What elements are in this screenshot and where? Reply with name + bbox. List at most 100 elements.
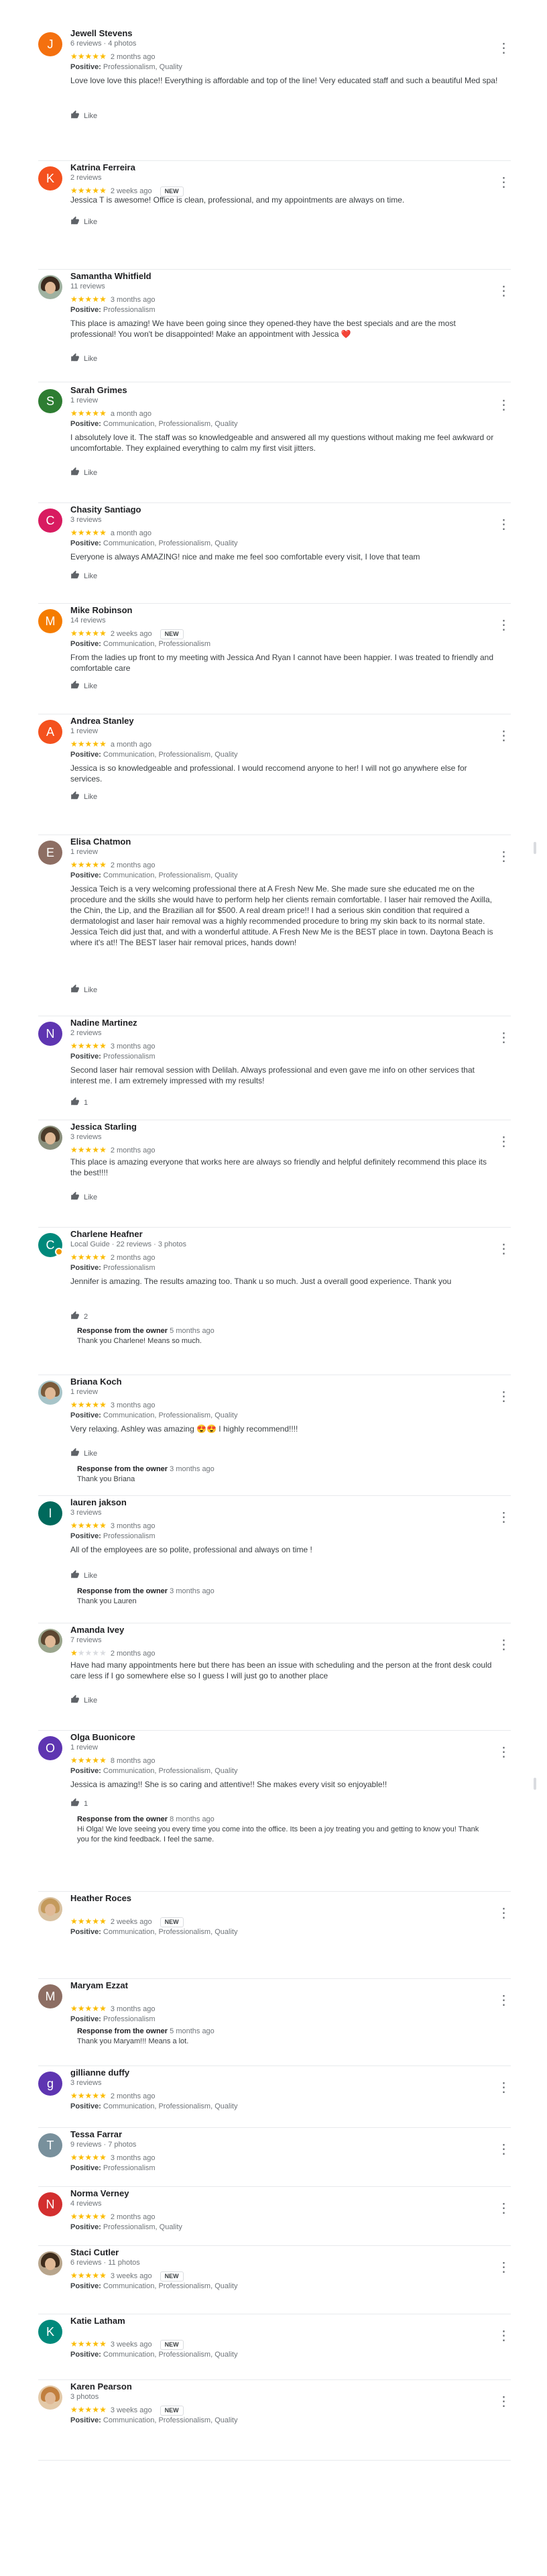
reviewer-name[interactable]: Staci Cutler <box>70 2247 119 2257</box>
reviewer-avatar[interactable]: g <box>38 2072 62 2096</box>
more-options-icon[interactable]: ⋮ <box>496 2261 511 2274</box>
reviewer-avatar[interactable]: A <box>38 720 62 744</box>
reviewer-avatar[interactable] <box>38 2385 62 2410</box>
reviewer-name[interactable]: Jessica Starling <box>70 1122 137 1132</box>
positive-values: Professionalism <box>103 2164 156 2172</box>
positive-attributes: Positive: Communication, Professionalism… <box>70 420 237 428</box>
reviewer-name[interactable]: gillianne duffy <box>70 2068 129 2078</box>
reviewer-name[interactable]: Karen Pearson <box>70 2381 132 2392</box>
more-options-icon[interactable]: ⋮ <box>496 1511 511 1524</box>
review-card: C Charlene Heafner Local Guide · 22 review… <box>38 1228 511 1375</box>
reviewer-avatar[interactable]: C <box>38 508 62 533</box>
review-date: 3 months ago <box>110 1042 156 1051</box>
reviewer-name[interactable]: Chasity Santiago <box>70 504 141 515</box>
reviewer-avatar[interactable] <box>38 1897 62 1921</box>
more-options-icon[interactable]: ⋮ <box>496 1242 511 1256</box>
more-options-icon[interactable]: ⋮ <box>496 2143 511 2156</box>
reviewer-name[interactable]: Briana Koch <box>70 1377 122 1387</box>
like-button[interactable]: Like <box>70 216 97 228</box>
more-options-icon[interactable]: ⋮ <box>496 42 511 55</box>
like-button[interactable]: Like <box>70 467 97 479</box>
reviewer-name[interactable]: Mike Robinson <box>70 605 132 615</box>
review-card: N Norma Verney 4 reviews ★★★★★ 2 months ago P… <box>38 2187 511 2246</box>
reviewer-name[interactable]: Samantha Whitfield <box>70 271 151 281</box>
like-button[interactable]: Like <box>70 1191 97 1203</box>
owner-response-text: Thank you Briana <box>77 1475 135 1483</box>
reviewer-avatar[interactable]: E <box>38 841 62 865</box>
reviewer-name[interactable]: Amanda Ivey <box>70 1625 124 1635</box>
reviewer-avatar[interactable]: N <box>38 1022 62 1046</box>
like-button[interactable]: Like <box>70 984 97 996</box>
reviewer-name[interactable]: Sarah Grimes <box>70 385 127 395</box>
more-options-icon[interactable]: ⋮ <box>496 2202 511 2215</box>
like-button[interactable]: Like <box>70 791 97 803</box>
review-card: N Nadine Martinez 2 reviews ★★★★★ 3 months a… <box>38 1016 511 1120</box>
more-options-icon[interactable]: ⋮ <box>496 1907 511 1920</box>
reviewer-avatar[interactable]: l <box>38 1501 62 1525</box>
reviewer-name[interactable]: Katrina Ferreira <box>70 162 135 172</box>
like-button[interactable]: Like <box>70 1695 97 1707</box>
reviewer-avatar[interactable] <box>38 1629 62 1653</box>
star-icon: ★ <box>99 1648 107 1658</box>
reviewer-name[interactable]: Maryam Ezzat <box>70 1980 128 1990</box>
reviewer-name[interactable]: Tessa Farrar <box>70 2129 122 2139</box>
like-button[interactable]: Like <box>70 110 97 122</box>
avatar-letter: M <box>45 614 56 628</box>
review-date: 3 weeks ago <box>110 2272 152 2280</box>
owner-response-header: Response from the owner 3 months ago <box>77 1465 493 1473</box>
more-options-icon[interactable]: ⋮ <box>496 176 511 189</box>
more-options-icon[interactable]: ⋮ <box>496 619 511 632</box>
reviewer-avatar[interactable]: T <box>38 2133 62 2157</box>
reviewer-name[interactable]: Norma Verney <box>70 2188 129 2198</box>
reviewer-avatar[interactable]: O <box>38 1736 62 1760</box>
reviewer-name[interactable]: Olga Buonicore <box>70 1732 135 1742</box>
more-options-icon[interactable]: ⋮ <box>496 284 511 298</box>
more-options-icon[interactable]: ⋮ <box>496 729 511 743</box>
avatar-letter: N <box>46 2198 55 2211</box>
more-options-icon[interactable]: ⋮ <box>496 1031 511 1044</box>
scrollbar-thumb[interactable] <box>534 1778 536 1790</box>
reviewer-name[interactable]: Nadine Martinez <box>70 1018 137 1028</box>
like-button[interactable]: Like <box>70 680 97 692</box>
reviewer-name[interactable]: Charlene Heafner <box>70 1229 143 1239</box>
more-options-icon[interactable]: ⋮ <box>496 1746 511 1759</box>
like-button[interactable]: Like <box>70 1448 97 1460</box>
reviewer-avatar[interactable]: K <box>38 166 62 191</box>
reviewer-avatar[interactable] <box>38 2251 62 2275</box>
like-button[interactable]: 1 <box>70 1097 88 1109</box>
owner-response-header: Response from the owner 5 months ago <box>77 2027 493 2035</box>
more-options-icon[interactable]: ⋮ <box>496 398 511 412</box>
reviewer-avatar[interactable] <box>38 275 62 299</box>
reviewer-name[interactable]: Elisa Chatmon <box>70 837 131 847</box>
reviewer-avatar[interactable]: J <box>38 32 62 56</box>
reviewer-avatar[interactable]: M <box>38 1984 62 2008</box>
scrollbar-thumb[interactable] <box>534 842 536 854</box>
reviewer-avatar[interactable] <box>38 1381 62 1405</box>
reviewer-avatar[interactable]: S <box>38 389 62 413</box>
reviewer-name[interactable]: Katie Latham <box>70 2316 125 2326</box>
reviewer-avatar[interactable] <box>38 1126 62 1150</box>
like-button[interactable]: Like <box>70 1570 97 1582</box>
reviewer-avatar[interactable]: K <box>38 2320 62 2344</box>
more-options-icon[interactable]: ⋮ <box>496 518 511 531</box>
star-icon: ★ <box>70 1521 78 1530</box>
more-options-icon[interactable]: ⋮ <box>496 2081 511 2094</box>
more-options-icon[interactable]: ⋮ <box>496 1135 511 1148</box>
reviewer-avatar[interactable]: M <box>38 609 62 633</box>
reviewer-name[interactable]: lauren jakson <box>70 1497 127 1507</box>
more-options-icon[interactable]: ⋮ <box>496 2395 511 2408</box>
like-button[interactable]: Like <box>70 353 97 365</box>
reviewer-name[interactable]: Heather Roces <box>70 1893 131 1903</box>
like-button[interactable]: Like <box>70 570 97 582</box>
reviewer-avatar[interactable]: N <box>38 2192 62 2216</box>
more-options-icon[interactable]: ⋮ <box>496 1638 511 1652</box>
more-options-icon[interactable]: ⋮ <box>496 850 511 863</box>
reviewer-name[interactable]: Jewell Stevens <box>70 28 133 38</box>
reviewer-name[interactable]: Andrea Stanley <box>70 716 134 726</box>
like-button[interactable]: 2 <box>70 1311 88 1323</box>
more-options-icon[interactable]: ⋮ <box>496 2329 511 2343</box>
more-options-icon[interactable]: ⋮ <box>496 1994 511 2007</box>
more-options-icon[interactable]: ⋮ <box>496 1390 511 1403</box>
star-icon: ★ <box>84 1145 93 1155</box>
like-button[interactable]: 1 <box>70 1798 88 1810</box>
